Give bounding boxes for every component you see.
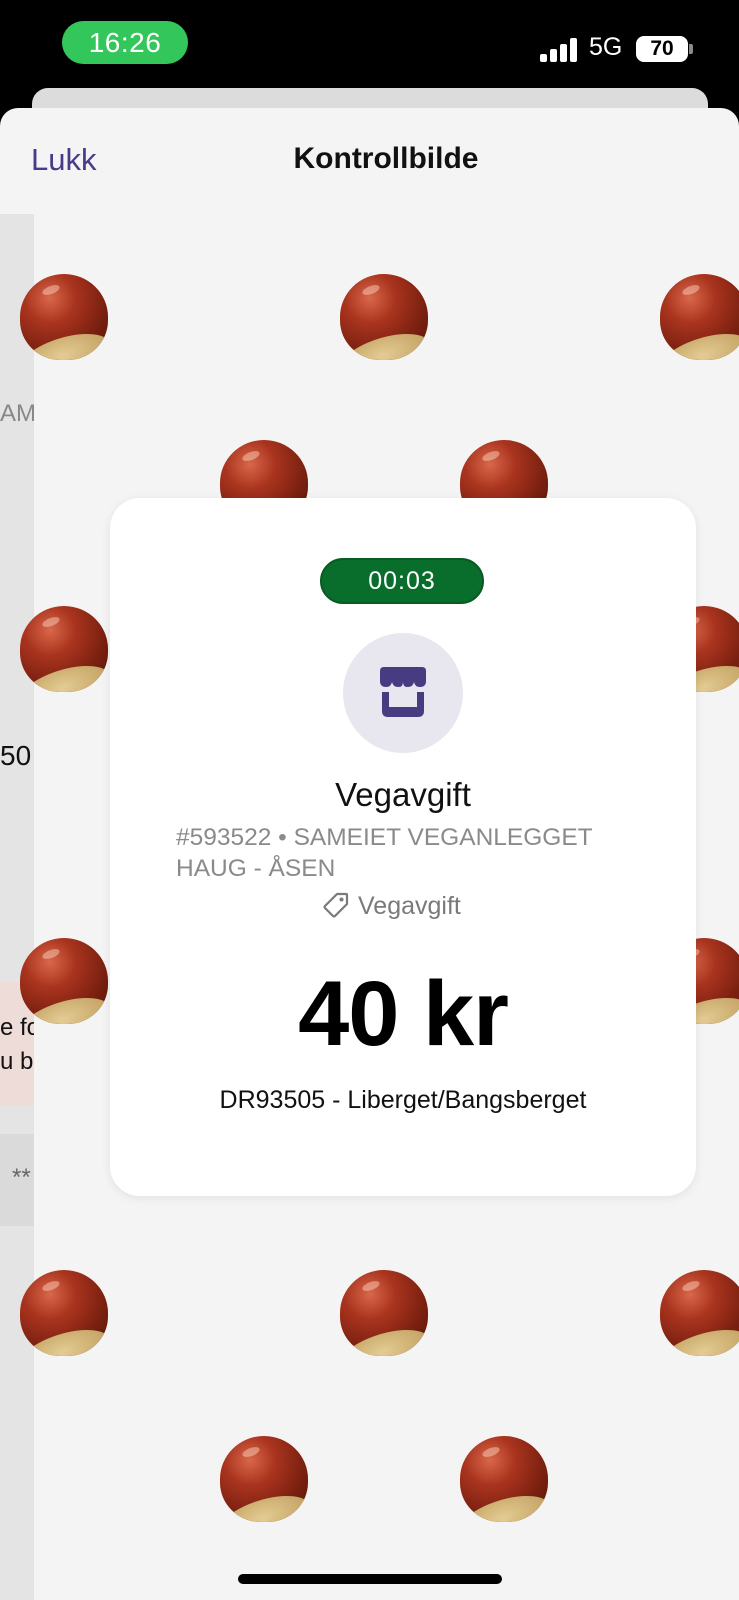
signal-icon: [540, 38, 580, 62]
amount: 40 kr: [298, 963, 509, 1065]
control-image-sheet: AM 50 e fo u bi ** Lukk Kontrollbilde 00…: [0, 108, 739, 1600]
battery-tip: [689, 44, 693, 54]
home-indicator[interactable]: [238, 1574, 502, 1584]
chestnut-icon: [340, 274, 428, 360]
chestnut-icon: [660, 274, 739, 360]
page-title: Kontrollbilde: [293, 142, 479, 175]
underlay-text: AM: [0, 400, 34, 427]
underlay-notice: [0, 982, 34, 1106]
merchant-avatar: [343, 633, 463, 753]
receipt-description: DR93505 - Liberget/Bangsberget: [219, 1086, 587, 1114]
network-type: 5G: [589, 33, 623, 61]
merchant-name: Vegavgift: [335, 776, 471, 813]
nav-bar: Lukk Kontrollbilde: [0, 108, 739, 213]
underlay-text: u bi: [0, 1048, 34, 1075]
category-text: Vegavgift: [358, 892, 461, 920]
underlay-text: 50: [0, 740, 32, 771]
status-time[interactable]: 16:26: [62, 21, 188, 64]
underlay-text: **: [12, 1164, 31, 1191]
underlying-page: AM 50 e fo u bi **: [0, 214, 34, 1600]
status-bar: 16:26 5G 70: [0, 0, 739, 100]
shop-icon: [380, 667, 426, 717]
underlay-text: e fo: [0, 1014, 34, 1041]
chestnut-icon: [660, 1270, 739, 1356]
timer-badge: 00:03: [320, 558, 484, 604]
receipt-card: 00:03 Vegavgift #593522 • SAMEIET VEGANL…: [110, 498, 696, 1196]
tag-icon: [323, 892, 349, 918]
chestnut-icon: [340, 1270, 428, 1356]
battery-level: 70: [650, 37, 674, 60]
chestnut-icon: [220, 1436, 308, 1522]
chestnut-icon: [460, 1436, 548, 1522]
reference-text: #593522 • SAMEIET VEGANLEGGET HAUG - ÅSE…: [176, 824, 593, 882]
battery-icon: 70: [636, 36, 688, 62]
